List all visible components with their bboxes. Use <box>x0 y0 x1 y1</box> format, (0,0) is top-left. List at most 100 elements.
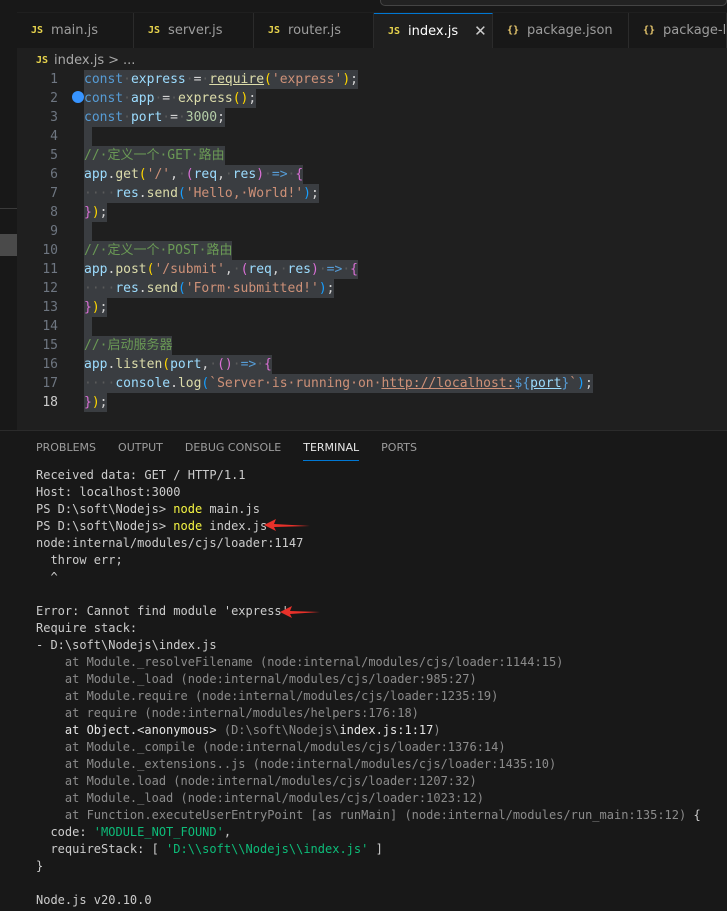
terminal-line: Require stack: <box>36 621 138 635</box>
code-line[interactable]: 2 const·app·=·express(); <box>17 89 727 108</box>
tab-label: router.js <box>288 23 342 38</box>
code-line[interactable]: 6 app.get('/',·(req,·res)·=>·{ <box>17 165 727 184</box>
code-line[interactable]: 11 app.post('/submit',·(req,·res)·=>·{ <box>17 260 727 279</box>
line-number: 13 <box>42 300 58 315</box>
line-number: 14 <box>42 319 58 334</box>
js-file-icon: JS <box>388 25 401 37</box>
tab-package-lock-json[interactable]: {} package-lo <box>629 13 727 48</box>
terminal-line: Received data: GET / HTTP/1.1 <box>36 468 246 482</box>
terminal-line: throw err; <box>36 553 123 567</box>
tab-server-js[interactable]: JS server.js <box>134 13 254 48</box>
activity-bar-active-marker[interactable] <box>0 234 17 256</box>
terminal-line: at Object.<anonymous> (D:\soft\Nodejs\in… <box>36 723 441 737</box>
code-line[interactable]: 17 ····console.log(`Server·is·running·on·… <box>17 374 727 393</box>
command-center-search-box[interactable] <box>380 0 727 6</box>
code-line[interactable]: 3 const·port·=·3000; <box>17 108 727 127</box>
terminal-line: at Module._resolveFilename (node:interna… <box>36 655 564 669</box>
code-line[interactable]: 16 app.listen(port,·()·=>·{ <box>17 355 727 374</box>
code-line[interactable]: 7 ····res.send('Hello,·World!'); <box>17 184 727 203</box>
code-text[interactable]: app.listen(port,·()·=>·{ <box>84 355 272 374</box>
js-file-icon: JS <box>148 25 161 36</box>
code-text[interactable]: app.post('/submit',·(req,·res)·=>·{ <box>84 260 358 279</box>
tab-main-js[interactable]: JS main.js <box>17 13 134 48</box>
code-line[interactable]: 15 //·启动服务器 <box>17 336 727 355</box>
code-line[interactable]: 13}); <box>17 298 727 317</box>
code-text[interactable] <box>84 127 92 146</box>
code-text[interactable]: //·定义一个·GET·路由 <box>84 146 225 165</box>
terminal-line: at require (node:internal/modules/helper… <box>36 706 419 720</box>
line-number: 4 <box>50 129 58 144</box>
tab-output[interactable]: OUTPUT <box>118 441 163 461</box>
js-file-icon: JS <box>36 54 49 66</box>
terminal-line: at Function.executeUserEntryPoint [as ru… <box>36 808 701 822</box>
line-number: 10 <box>42 243 58 258</box>
tab-label: package.json <box>527 23 613 38</box>
code-text[interactable]: ····res.send('Hello,·World!'); <box>84 184 319 203</box>
code-editor[interactable]: 1 const·express·=·require('express'); 2 co… <box>17 70 727 430</box>
terminal-line: - D:\soft\Nodejs\index.js <box>36 638 217 652</box>
terminal-line: at Module._compile (node:internal/module… <box>36 740 506 754</box>
js-file-icon: JS <box>31 25 44 36</box>
breadcrumb[interactable]: JS index.js > ... <box>36 51 135 69</box>
line-number: 18 <box>42 395 58 410</box>
tab-label: index.js <box>408 23 459 39</box>
code-text[interactable]: ····console.log(`Server·is·running·on·ht… <box>84 374 593 393</box>
terminal-line: requireStack: [ 'D:\\soft\\Nodejs\\index… <box>36 842 383 856</box>
code-line[interactable]: 1 const·express·=·require('express'); <box>17 70 727 89</box>
breadcrumb-more[interactable]: ... <box>123 53 135 68</box>
terminal-line: Host: localhost:3000 <box>36 485 181 499</box>
code-line[interactable]: 5 //·定义一个·GET·路由 <box>17 146 727 165</box>
code-text[interactable]: }); <box>84 393 108 412</box>
code-line[interactable]: 18}); <box>17 393 727 412</box>
code-text[interactable]: }); <box>84 203 108 222</box>
terminal-output[interactable]: Received data: GET / HTTP/1.1 Host: loca… <box>36 467 726 909</box>
line-number: 6 <box>50 167 58 182</box>
tab-package-json[interactable]: {} package.json <box>493 13 629 48</box>
line-number: 1 <box>50 72 58 87</box>
tab-terminal[interactable]: TERMINAL <box>303 441 360 461</box>
red-arrow-annotation <box>264 519 310 531</box>
code-line[interactable]: 14 <box>17 317 727 336</box>
lightbulb-icon[interactable] <box>72 91 84 103</box>
terminal-line: at Module._load (node:internal/modules/c… <box>36 791 484 805</box>
line-number: 9 <box>50 224 58 239</box>
code-line[interactable]: 8}); <box>17 203 727 222</box>
close-icon[interactable]: ✕ <box>474 22 487 40</box>
code-text[interactable]: app.get('/',·(req,·res)·=>·{ <box>84 165 304 184</box>
terminal-line: } <box>36 859 44 873</box>
editor-tab-bar: JS main.js JS server.js JS router.js JS … <box>17 13 727 48</box>
terminal-line: node:internal/modules/cjs/loader:1147 <box>36 536 304 550</box>
code-line[interactable]: 9 <box>17 222 727 241</box>
json-braces-icon: {} <box>507 25 520 36</box>
tab-router-js[interactable]: JS router.js <box>254 13 374 48</box>
tab-index-js[interactable]: JS index.js ✕ <box>374 13 493 48</box>
line-number: 5 <box>50 148 58 163</box>
js-file-icon: JS <box>268 25 281 36</box>
code-text[interactable] <box>84 222 92 241</box>
tab-label: server.js <box>168 23 223 38</box>
code-text[interactable]: //·启动服务器 <box>84 336 173 355</box>
tab-debug-console[interactable]: DEBUG CONSOLE <box>185 441 281 461</box>
code-line[interactable]: 10 //·定义一个·POST·路由 <box>17 241 727 260</box>
code-text[interactable]: ····res.send('Form·submitted!'); <box>84 279 335 298</box>
title-bar-strip <box>0 0 727 12</box>
code-text[interactable]: const·port·=·3000; <box>84 108 225 127</box>
line-number: 15 <box>42 338 58 353</box>
code-text[interactable]: const·express·=·require('express'); <box>84 70 358 89</box>
code-text[interactable]: const·app·=·express(); <box>84 89 257 108</box>
code-line[interactable]: 12 ····res.send('Form·submitted!'); <box>17 279 727 298</box>
code-line[interactable]: 4 <box>17 127 727 146</box>
json-braces-icon: {} <box>643 25 656 36</box>
code-text[interactable] <box>84 317 92 336</box>
terminal-line: Error: Cannot find module 'express' <box>36 604 289 618</box>
breadcrumb-file[interactable]: index.js <box>54 53 104 68</box>
tab-label: main.js <box>51 23 99 38</box>
tab-ports[interactable]: PORTS <box>381 441 417 461</box>
tab-problems[interactable]: PROBLEMS <box>36 441 96 461</box>
code-text[interactable]: }); <box>84 298 108 317</box>
chevron-right-icon: > <box>108 52 120 68</box>
code-text[interactable]: //·定义一个·POST·路由 <box>84 241 233 260</box>
terminal-line: Node.js v20.10.0 <box>36 893 152 907</box>
